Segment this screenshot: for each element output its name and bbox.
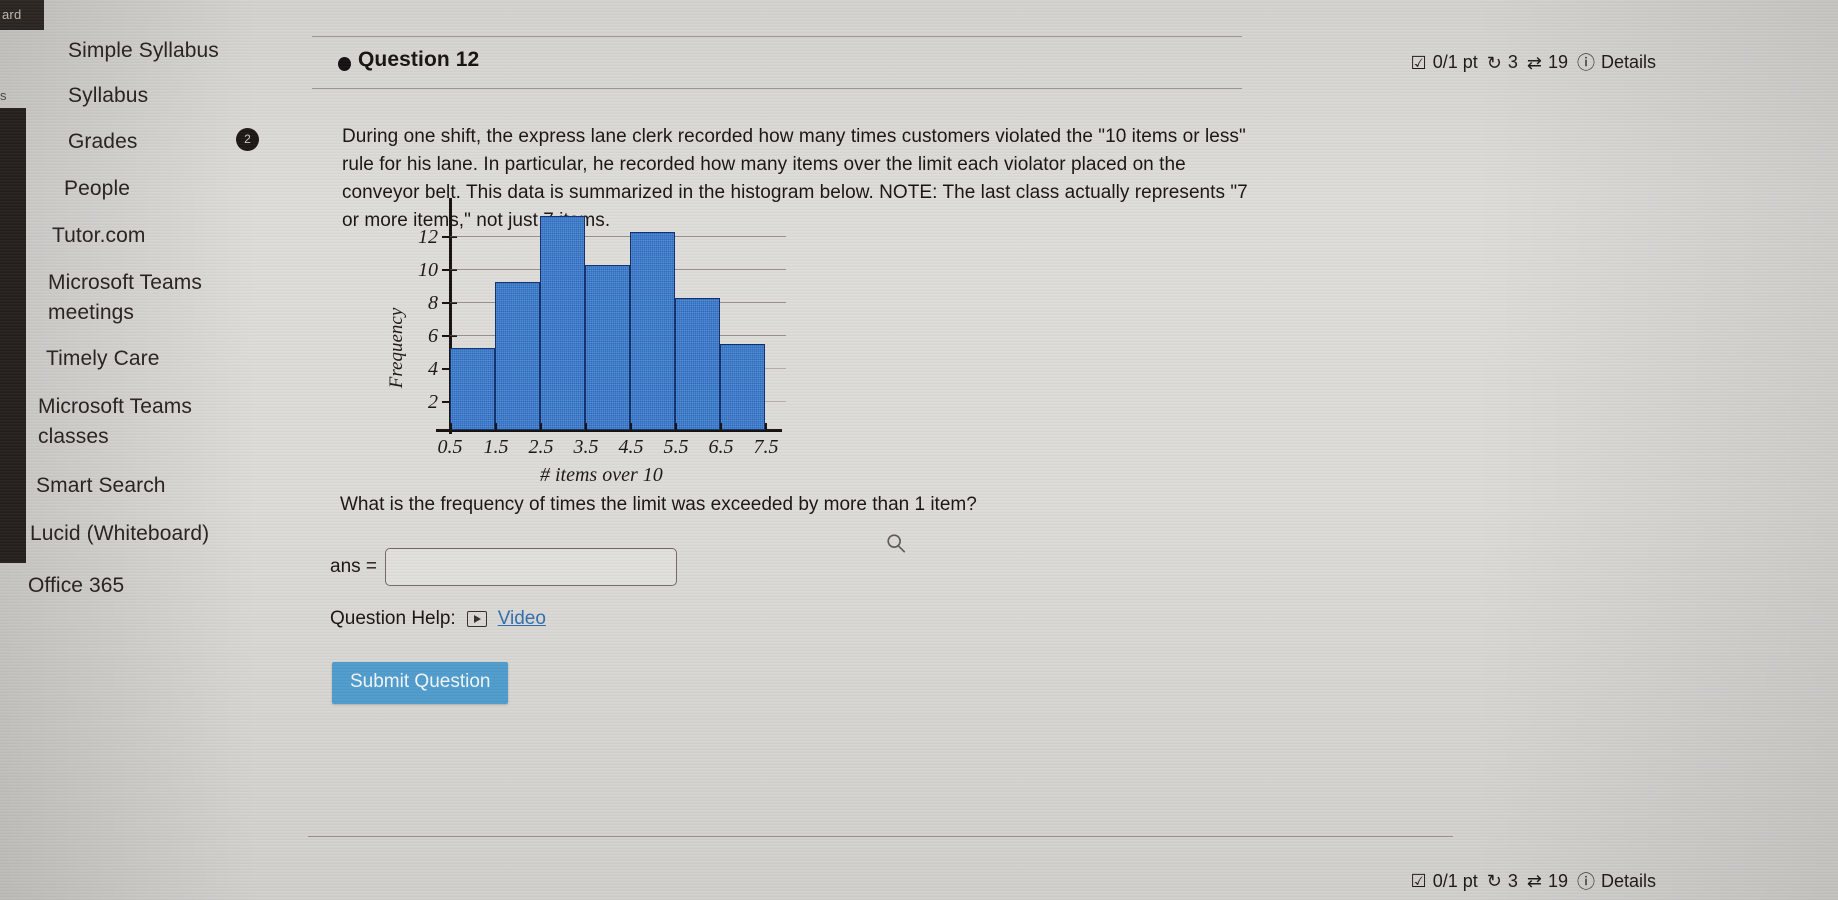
y-tick-label: 12 <box>418 226 438 248</box>
sidebar-item-label: Grades <box>68 130 138 153</box>
exchanges-value: 19 <box>1547 52 1568 72</box>
exchanges-indicator-bottom: ⇄ 19 <box>1527 871 1568 892</box>
info-icon: ⓘ <box>1576 52 1595 73</box>
histogram-figure: Frequency 12 10 8 6 4 2 0.5 1.5 2.5 3.5 … <box>380 198 906 553</box>
x-axis-label: # items over 10 <box>540 464 663 486</box>
answer-label: ans = <box>330 556 378 577</box>
sidebar-item-label: Microsoft Teams meetings <box>48 271 202 324</box>
question-header: Question 12 <box>330 48 1330 82</box>
histogram-bar <box>675 298 720 430</box>
answer-input[interactable] <box>385 548 678 586</box>
histogram-bar <box>720 344 765 430</box>
question-pane: Question 12 ☑ 0/1 pt ↻ 3 ⇄ 19 ⓘ Details … <box>308 0 1838 900</box>
y-tick-label: 4 <box>428 358 438 380</box>
question-help-label: Question Help: <box>330 608 456 629</box>
sidebar-item-label: Lucid (Whiteboard) <box>30 522 210 545</box>
histogram-bar <box>585 265 630 430</box>
points-indicator: ☑ 0/1 pt <box>1411 52 1478 73</box>
sidebar-item-grades[interactable]: Grades <box>68 127 137 157</box>
divider-under-header <box>312 88 1242 89</box>
sidebar-item-microsoft-teams-meetings[interactable]: Microsoft Teams meetings <box>48 268 202 328</box>
x-tick-label: 7.5 <box>753 436 779 458</box>
sidebar-item-simple-syllabus[interactable]: Simple Syllabus <box>68 36 219 66</box>
details-link-bottom[interactable]: ⓘ Details <box>1577 868 1656 894</box>
sidebar-item-label: Smart Search <box>36 474 166 497</box>
attempts-indicator-bottom: ↻ 3 <box>1487 871 1518 892</box>
sidebar-item-office-365[interactable]: Office 365 <box>28 571 124 601</box>
sidebar-item-label: Simple Syllabus <box>68 39 219 62</box>
x-tick-label: 1.5 <box>483 436 509 458</box>
question-status-dot <box>338 57 351 71</box>
question-help-row: Question Help: Video <box>330 608 546 630</box>
points-value-bottom: 0/1 pt <box>1432 870 1478 891</box>
sidebar-item-label: Timely Care <box>46 347 160 370</box>
sidebar-item-label: Syllabus <box>68 84 149 107</box>
retry-icon: ↻ <box>1486 870 1502 891</box>
dashboard-label-fragment: ard <box>2 7 22 22</box>
divider-top <box>312 36 1242 37</box>
histogram-bar <box>540 215 585 430</box>
question-title: Question 12 <box>358 48 480 71</box>
details-label-bottom: Details <box>1600 870 1656 891</box>
x-tick-label: 5.5 <box>663 436 689 458</box>
attempts-value: 3 <box>1507 52 1518 72</box>
video-help-link[interactable]: Video <box>498 608 546 630</box>
rail-glyph: s <box>0 88 7 103</box>
next-question-meta: ☑ 0/1 pt ↻ 3 ⇄ 19 ⓘ Details <box>1411 868 1656 894</box>
sidebar-item-syllabus[interactable]: Syllabus <box>68 81 148 111</box>
sidebar-item-tutor-com[interactable]: Tutor.com <box>52 221 145 251</box>
y-tick-label: 10 <box>418 259 438 281</box>
video-play-icon[interactable] <box>466 611 487 627</box>
points-indicator-bottom: ☑ 0/1 pt <box>1411 871 1478 892</box>
sidebar-item-smart-search[interactable]: Smart Search <box>36 471 166 501</box>
sidebar-item-label: Office 365 <box>28 574 125 597</box>
histogram-bar <box>450 347 495 430</box>
attempts-value-bottom: 3 <box>1507 870 1518 891</box>
histogram-plot-area <box>450 212 786 430</box>
divider-bottom <box>308 836 1453 837</box>
sidebar-item-people[interactable]: People <box>64 174 130 204</box>
details-label: Details <box>1600 52 1656 72</box>
app-rail-strip <box>0 108 26 563</box>
y-tick-label: 6 <box>428 325 438 347</box>
course-sidebar: Simple Syllabus Syllabus Grades 2 People… <box>28 18 330 658</box>
x-tick-label: 0.5 <box>437 436 463 458</box>
checkbox-icon: ☑ <box>1410 870 1427 891</box>
details-link[interactable]: ⓘ Details <box>1577 52 1656 73</box>
histogram-bar <box>630 232 675 430</box>
exchanges-indicator: ⇄ 19 <box>1527 52 1568 73</box>
submit-question-button[interactable]: Submit Question <box>332 662 509 704</box>
retry-icon: ↻ <box>1486 52 1502 73</box>
question-meta: ☑ 0/1 pt ↻ 3 ⇄ 19 ⓘ Details <box>1411 52 1656 73</box>
sidebar-item-label: Microsoft Teams classes <box>38 395 192 448</box>
question-prompt: What is the frequency of times the limit… <box>340 494 977 515</box>
answer-row: ans = <box>330 548 678 586</box>
sidebar-item-timely-care[interactable]: Timely Care <box>46 344 160 374</box>
exchange-icon: ⇄ <box>1526 52 1542 73</box>
info-icon: ⓘ <box>1576 872 1595 892</box>
grades-count-badge: 2 <box>236 128 259 151</box>
x-tick-label: 3.5 <box>573 436 599 458</box>
y-tick-label: 2 <box>428 391 438 413</box>
x-tick-label: 6.5 <box>708 436 734 458</box>
exchanges-value-bottom: 19 <box>1547 870 1568 891</box>
sidebar-item-microsoft-teams-classes[interactable]: Microsoft Teams classes <box>38 392 192 452</box>
x-tick-label: 4.5 <box>618 436 644 458</box>
checkbox-icon: ☑ <box>1410 52 1427 73</box>
search-icon[interactable] <box>885 532 907 554</box>
sidebar-item-lucid-whiteboard[interactable]: Lucid (Whiteboard) <box>30 519 209 549</box>
y-tick-label: 8 <box>428 292 438 314</box>
sidebar-item-label: People <box>64 177 130 200</box>
attempts-indicator: ↻ 3 <box>1487 52 1518 73</box>
exchange-icon: ⇄ <box>1526 870 1542 891</box>
points-value: 0/1 pt <box>1432 52 1478 72</box>
x-tick-label: 2.5 <box>528 436 554 458</box>
histogram-bar <box>495 281 540 430</box>
sidebar-item-label: Tutor.com <box>52 224 146 247</box>
